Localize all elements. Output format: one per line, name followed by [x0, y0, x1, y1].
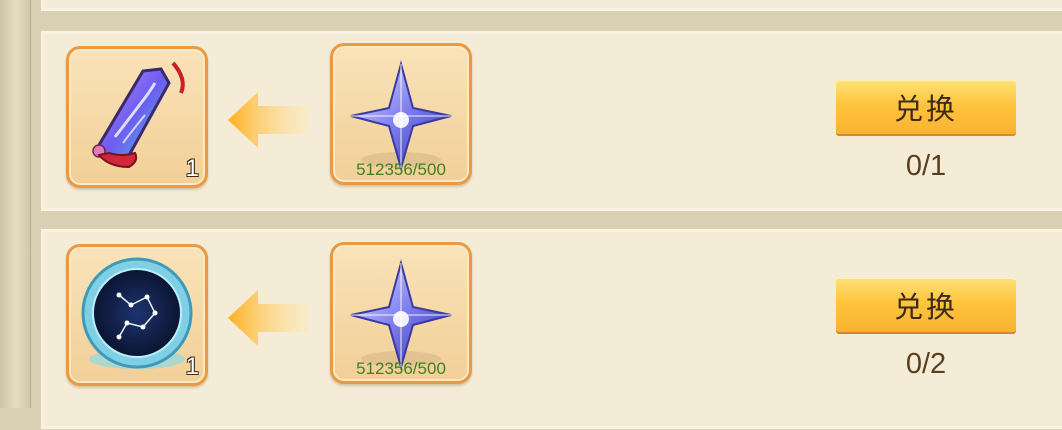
left-frame: [0, 0, 31, 408]
exchange-arrow-icon: [228, 290, 308, 346]
exchange-arrow-icon: [228, 92, 308, 148]
exchange-button[interactable]: 兑换: [836, 80, 1016, 134]
reward-item-slot[interactable]: 1: [66, 46, 208, 188]
exchange-progress: 0/2: [905, 348, 947, 380]
constellation-mirror-icon: [81, 257, 193, 369]
cost-amount: 512356/500: [356, 359, 446, 378]
purple-pendant-icon: [92, 61, 185, 169]
cost-item-slot[interactable]: 512356/500: [330, 242, 472, 384]
exchange-row-partial: [40, 0, 1062, 12]
reward-count: 1: [185, 353, 199, 380]
exchange-button[interactable]: 兑换: [836, 278, 1016, 332]
cost-item-slot[interactable]: 512356/500: [330, 43, 472, 185]
exchange-progress: 0/1: [905, 150, 947, 182]
cost-amount: 512356/500: [356, 160, 446, 179]
reward-count: 1: [185, 155, 199, 182]
reward-item-slot[interactable]: 1: [66, 244, 208, 386]
